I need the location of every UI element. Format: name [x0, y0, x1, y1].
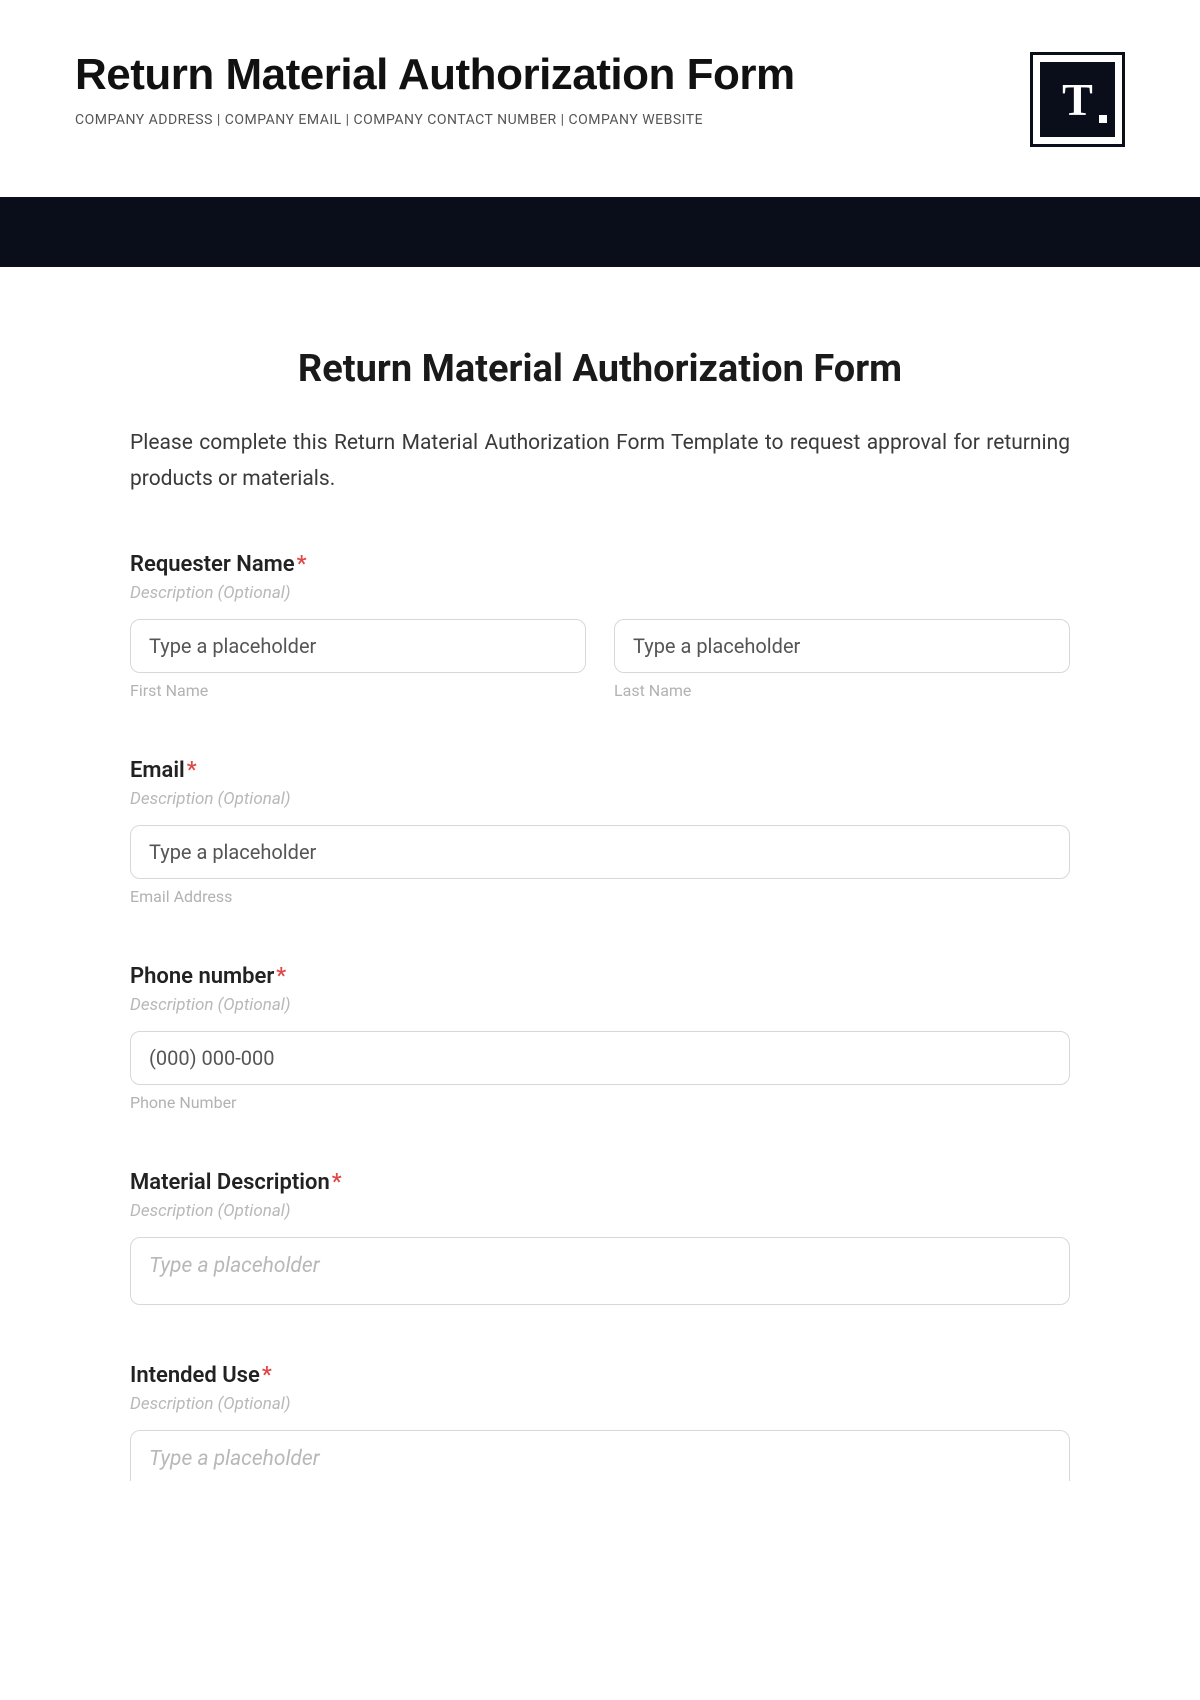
intended-use-textarea[interactable]: Type a placeholder — [130, 1430, 1070, 1481]
decorative-band — [0, 197, 1200, 267]
logo-dot-icon — [1099, 115, 1107, 123]
last-name-sublabel: Last Name — [614, 681, 1070, 700]
field-phone: Phone number* Description (Optional) Pho… — [130, 964, 1070, 1112]
form-title: Return Material Authorization Form — [130, 347, 1070, 391]
field-description: Description (Optional) — [130, 1201, 1070, 1221]
field-label: Intended Use* — [130, 1363, 1070, 1388]
form-intro: Please complete this Return Material Aut… — [130, 426, 1070, 497]
header-subline: COMPANY ADDRESS | COMPANY EMAIL | COMPAN… — [75, 112, 1030, 128]
field-description: Description (Optional) — [130, 789, 1070, 809]
label-text: Email — [130, 758, 185, 783]
required-mark: * — [276, 964, 286, 989]
label-text: Phone number — [130, 964, 274, 989]
email-sublabel: Email Address — [130, 887, 1070, 906]
phone-input[interactable] — [130, 1031, 1070, 1085]
field-label: Email* — [130, 758, 1070, 783]
form-area: Return Material Authorization Form Pleas… — [0, 267, 1200, 1521]
field-description: Description (Optional) — [130, 995, 1070, 1015]
header-title: Return Material Authorization Form — [75, 50, 1030, 100]
last-name-input[interactable] — [614, 619, 1070, 673]
required-mark: * — [262, 1363, 272, 1388]
label-text: Requester Name — [130, 552, 295, 577]
field-email: Email* Description (Optional) Email Addr… — [130, 758, 1070, 906]
material-textarea[interactable]: Type a placeholder — [130, 1237, 1070, 1305]
field-requester-name: Requester Name* Description (Optional) F… — [130, 552, 1070, 700]
field-material-description: Material Description* Description (Optio… — [130, 1170, 1070, 1305]
logo: T — [1030, 52, 1125, 147]
label-text: Material Description — [130, 1170, 330, 1195]
field-label: Requester Name* — [130, 552, 1070, 577]
email-input[interactable] — [130, 825, 1070, 879]
first-name-input[interactable] — [130, 619, 586, 673]
field-label: Phone number* — [130, 964, 1070, 989]
required-mark: * — [332, 1170, 342, 1195]
required-mark: * — [297, 552, 307, 577]
logo-letter: T — [1062, 77, 1093, 123]
page-header: Return Material Authorization Form COMPA… — [0, 0, 1200, 177]
phone-sublabel: Phone Number — [130, 1093, 1070, 1112]
required-mark: * — [187, 758, 197, 783]
field-label: Material Description* — [130, 1170, 1070, 1195]
first-name-sublabel: First Name — [130, 681, 586, 700]
field-description: Description (Optional) — [130, 583, 1070, 603]
field-description: Description (Optional) — [130, 1394, 1070, 1414]
label-text: Intended Use — [130, 1363, 260, 1388]
header-text-block: Return Material Authorization Form COMPA… — [75, 50, 1030, 128]
field-intended-use: Intended Use* Description (Optional) Typ… — [130, 1363, 1070, 1481]
logo-inner: T — [1040, 62, 1115, 137]
